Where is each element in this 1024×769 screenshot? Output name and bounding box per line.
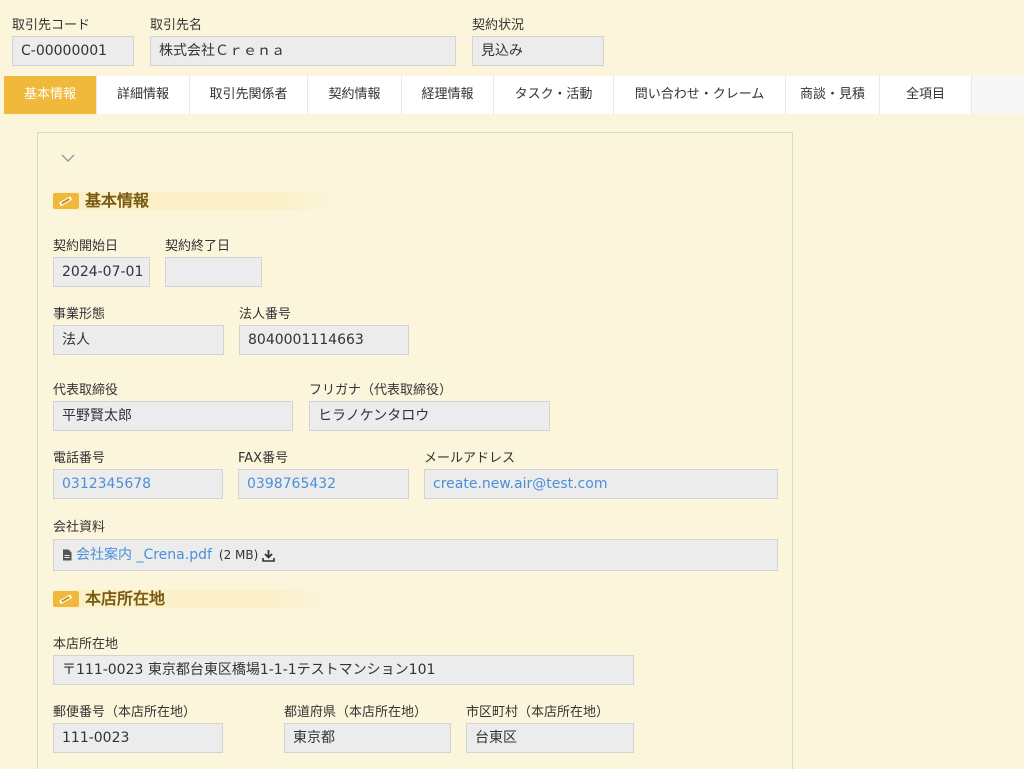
tab-bar-filler <box>972 76 1024 114</box>
zip-field[interactable]: 111-0023 <box>53 723 223 753</box>
email-link[interactable]: create.new.air@test.com <box>424 469 778 499</box>
tab-detail-info[interactable]: 詳細情報 <box>97 76 190 114</box>
contract-start-label: 契約開始日 <box>53 239 119 254</box>
representative-field[interactable]: 平野賢太郎 <box>53 401 293 431</box>
fax-link[interactable]: 0398765432 <box>238 469 409 499</box>
zip-label: 郵便番号（本店所在地） <box>53 705 197 720</box>
pencil-icon <box>53 591 79 607</box>
tab-basic-info[interactable]: 基本情報 <box>4 76 97 114</box>
chevron-down-icon[interactable] <box>60 150 76 166</box>
prefecture-field[interactable]: 東京都 <box>284 723 451 753</box>
city-label: 市区町村（本店所在地） <box>466 705 610 720</box>
contract-end-label: 契約終了日 <box>165 239 231 254</box>
representative-label: 代表取締役 <box>53 383 119 398</box>
section-title: 基本情報 <box>85 191 150 210</box>
prefecture-label: 都道府県（本店所在地） <box>284 705 428 720</box>
pencil-icon <box>53 193 79 209</box>
tab-deals-quotes[interactable]: 商談・見積 <box>786 76 880 114</box>
account-name-field[interactable]: 株式会社Ｃｒｅｎａ <box>150 36 456 66</box>
section-hq-address: 本店所在地 <box>53 590 328 608</box>
tab-tasks-activities[interactable]: タスク・活動 <box>494 76 614 114</box>
section-title: 本店所在地 <box>85 589 166 608</box>
tab-inquiries-complaints[interactable]: 問い合わせ・クレーム <box>614 76 786 114</box>
representative-kana-label: フリガナ（代表取締役） <box>309 383 453 398</box>
download-icon[interactable] <box>262 549 276 562</box>
doc-size: (2 MB) <box>218 548 259 562</box>
file-icon <box>63 549 72 561</box>
account-code-label: 取引先コード <box>12 18 91 33</box>
tab-contract-info[interactable]: 契約情報 <box>308 76 402 114</box>
business-type-field[interactable]: 法人 <box>53 325 224 355</box>
representative-kana-field[interactable]: ヒラノケンタロウ <box>309 401 550 431</box>
contract-start-field[interactable]: 2024-07-01 <box>53 257 150 287</box>
company-docs-field: 会社案内 _Crena.pdf (2 MB) <box>53 539 778 571</box>
corporate-number-field[interactable]: 8040001114663 <box>239 325 409 355</box>
email-label: メールアドレス <box>424 451 516 466</box>
fax-label: FAX番号 <box>238 451 289 466</box>
corporate-number-label: 法人番号 <box>239 307 292 322</box>
phone-link[interactable]: 0312345678 <box>53 469 223 499</box>
tab-contacts[interactable]: 取引先関係者 <box>190 76 308 114</box>
account-name-label: 取引先名 <box>150 18 203 33</box>
business-type-label: 事業形態 <box>53 307 106 322</box>
tab-bar: 基本情報 詳細情報 取引先関係者 契約情報 経理情報 タスク・活動 問い合わせ・… <box>4 76 1024 114</box>
company-docs-label: 会社資料 <box>53 520 106 535</box>
phone-label: 電話番号 <box>53 451 106 466</box>
hq-address-label: 本店所在地 <box>53 637 119 652</box>
tab-all-items[interactable]: 全項目 <box>880 76 972 114</box>
tab-accounting-info[interactable]: 経理情報 <box>402 76 494 114</box>
contract-end-field[interactable] <box>165 257 262 287</box>
contract-status-label: 契約状況 <box>472 18 525 33</box>
hq-address-field[interactable]: 〒111-0023 東京都台東区橋場1-1-1テストマンション101 <box>53 655 634 685</box>
contract-status-field[interactable]: 見込み <box>472 36 604 66</box>
city-field[interactable]: 台東区 <box>466 723 634 753</box>
section-basic-info: 基本情報 <box>53 192 333 210</box>
doc-link[interactable]: 会社案内 _Crena.pdf <box>76 541 212 569</box>
account-code-field[interactable]: C-00000001 <box>12 36 134 66</box>
